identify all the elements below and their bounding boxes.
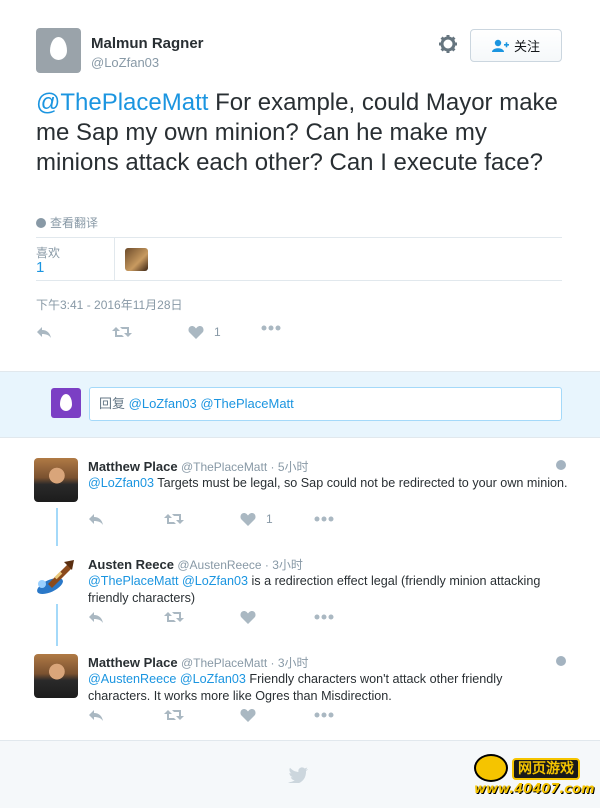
reply-action[interactable] <box>36 325 52 339</box>
globe-icon <box>556 460 566 470</box>
tweet-text: @ThePlaceMatt For example, could Mayor m… <box>36 88 576 178</box>
reply-icon <box>89 514 103 525</box>
likes-count[interactable]: 1 <box>36 259 44 276</box>
retweet-icon <box>164 710 184 720</box>
reply-item[interactable]: Matthew Place @ThePlaceMatt · 3小时 @Auste… <box>0 642 600 740</box>
reply-time[interactable]: · 3小时 <box>265 558 303 572</box>
like-count: 1 <box>266 512 273 526</box>
retweet-action[interactable] <box>164 610 184 624</box>
reply-header: Austen Reece @AustenReece · 3小时 <box>88 556 303 573</box>
reply-avatar[interactable] <box>34 458 78 502</box>
heart-icon <box>240 513 256 526</box>
author-name[interactable]: Malmun Ragner <box>91 35 204 52</box>
more-action[interactable] <box>261 325 281 331</box>
translate-label: 查看翻译 <box>50 216 99 230</box>
like-action[interactable]: 1 <box>240 512 273 526</box>
watermark-top-text: 网页游戏 <box>512 758 580 780</box>
reply-mention[interactable]: @ThePlaceMatt @LoZfan03 <box>88 574 248 588</box>
site-watermark: 网页游戏 www.40407.com <box>470 752 598 804</box>
heart-icon <box>240 709 256 722</box>
globe-icon <box>556 656 566 666</box>
reply-mention[interactable]: @LoZfan03 <box>88 476 154 490</box>
globe-icon <box>36 217 46 228</box>
reply-time[interactable]: · 3小时 <box>271 656 309 670</box>
reply-icon <box>37 327 51 338</box>
reply-icon <box>89 710 103 721</box>
author-handle[interactable]: @LoZfan03 <box>91 55 159 70</box>
reply-author-handle[interactable]: @AustenReece <box>177 558 261 572</box>
liker-avatar[interactable] <box>125 248 148 271</box>
reply-body: Targets must be legal, so Sap could not … <box>154 476 568 490</box>
mascot-logo <box>474 754 508 782</box>
reply-composer: 回复 @LoZfan03 @ThePlaceMatt <box>0 372 600 438</box>
retweet-action[interactable] <box>112 325 132 339</box>
reply-item[interactable]: Matthew Place @ThePlaceMatt · 5小时 @LoZfa… <box>0 446 600 544</box>
author-avatar[interactable] <box>36 28 81 73</box>
tweet-stats: 喜欢 1 <box>36 237 562 281</box>
reply-prefix: 回复 <box>99 396 126 411</box>
follow-button[interactable]: 关注 <box>470 29 562 62</box>
reply-avatar[interactable] <box>34 556 78 600</box>
stats-divider <box>114 238 115 280</box>
reply-author-name[interactable]: Matthew Place <box>88 655 178 670</box>
like-action[interactable]: 1 <box>188 325 221 339</box>
reply-text: @LoZfan03 Targets must be legal, so Sap … <box>88 475 568 492</box>
reply-header: Matthew Place @ThePlaceMatt · 5小时 <box>88 458 309 475</box>
more-icon <box>314 712 334 718</box>
translate-link[interactable]: 查看翻译 <box>36 214 98 231</box>
more-action[interactable] <box>314 712 334 718</box>
reply-mention[interactable]: @AustenReece @LoZfan03 <box>88 672 246 686</box>
more-icon <box>314 614 334 620</box>
watermark-url: www.40407.com <box>474 782 595 797</box>
reply-avatar[interactable] <box>34 654 78 698</box>
like-count: 1 <box>214 325 221 339</box>
like-action[interactable] <box>240 610 256 624</box>
twitter-bird-icon <box>288 767 308 783</box>
reply-action[interactable] <box>88 708 104 722</box>
heart-icon <box>188 326 204 339</box>
reply-author-handle[interactable]: @ThePlaceMatt <box>181 460 267 474</box>
follow-label: 关注 <box>513 39 540 54</box>
reply-text: @ThePlaceMatt @LoZfan03 is a redirection… <box>88 573 568 607</box>
tweet-timestamp[interactable]: 下午3:41 - 2016年11月28日 <box>36 296 183 313</box>
retweet-icon <box>164 514 184 524</box>
retweet-icon <box>112 327 132 337</box>
hunter-icon <box>37 560 74 595</box>
reply-author-handle[interactable]: @ThePlaceMatt <box>181 656 267 670</box>
reply-icon <box>89 612 103 623</box>
reply-action[interactable] <box>88 512 104 526</box>
more-icon <box>261 325 281 331</box>
more-icon <box>314 516 334 522</box>
more-action[interactable] <box>314 516 334 522</box>
add-user-icon <box>491 39 509 52</box>
retweet-action[interactable] <box>164 708 184 722</box>
reply-action[interactable] <box>88 610 104 624</box>
retweet-icon <box>164 612 184 622</box>
reply-text: @AustenReece @LoZfan03 Friendly characte… <box>88 671 568 705</box>
reply-item[interactable]: Austen Reece @AustenReece · 3小时 @ThePlac… <box>0 544 600 642</box>
heart-icon <box>240 611 256 624</box>
reply-header: Matthew Place @ThePlaceMatt · 3小时 <box>88 654 309 671</box>
gear-icon[interactable] <box>437 34 459 56</box>
my-avatar <box>51 388 81 418</box>
reply-input[interactable]: 回复 @LoZfan03 @ThePlaceMatt <box>89 387 562 421</box>
retweet-action[interactable] <box>164 512 184 526</box>
reply-author-name[interactable]: Austen Reece <box>88 557 174 572</box>
tweet-mention[interactable]: @ThePlaceMatt <box>36 89 208 116</box>
reply-mentions: @LoZfan03 @ThePlaceMatt <box>128 396 294 411</box>
more-action[interactable] <box>314 614 334 620</box>
main-tweet: Malmun Ragner @LoZfan03 关注 @ThePlaceMatt… <box>0 0 600 372</box>
like-action[interactable] <box>240 708 256 722</box>
reply-time[interactable]: · 5小时 <box>271 460 309 474</box>
reply-author-name[interactable]: Matthew Place <box>88 459 178 474</box>
